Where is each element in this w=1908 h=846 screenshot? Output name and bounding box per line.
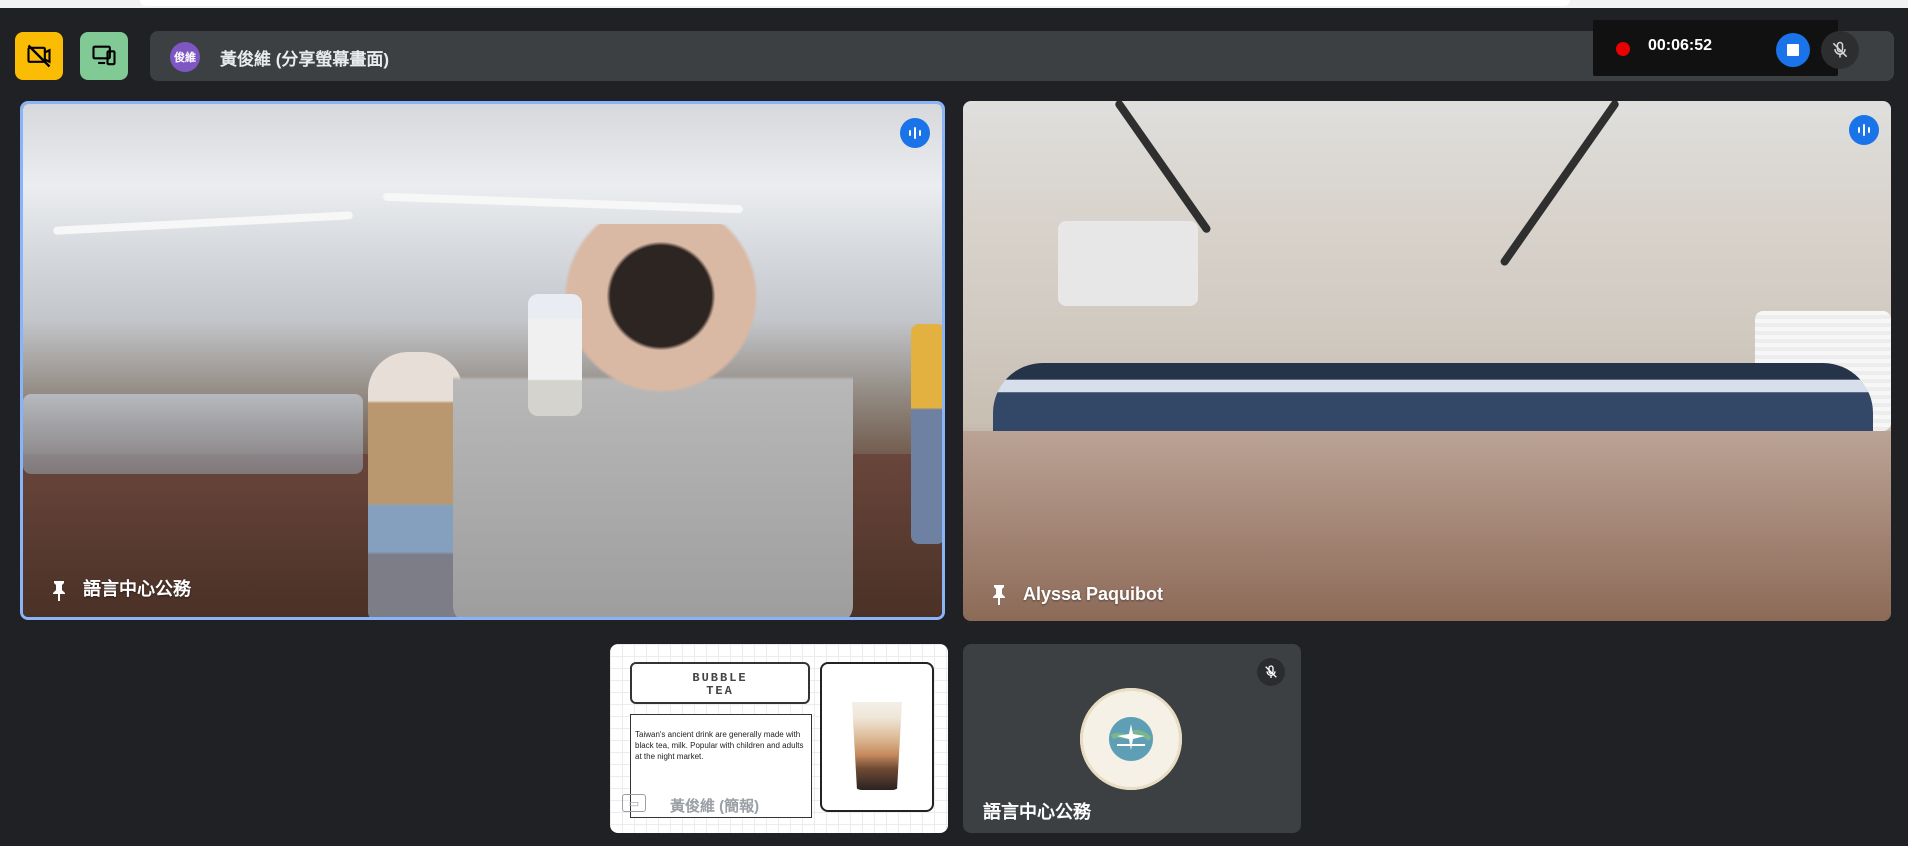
recording-panel: 00:06:52 [1593,20,1859,76]
participant-name-right: Alyssa Paquibot [1023,584,1164,604]
slide-image-box [820,662,934,812]
ceiling-light-strip [52,211,354,235]
speaking-indicator [900,118,930,148]
globe-icon [1109,717,1153,761]
audio-only-tile[interactable]: 語言中心公務 [963,644,1301,833]
talking-icon [1858,124,1870,136]
camera-off-icon [27,44,51,68]
camera-off-button[interactable] [15,32,63,80]
video-tile-language-center[interactable]: 語言中心公務 [20,101,945,620]
top-shadow-bar [140,0,1570,6]
presenter-avatar: 俊維 [170,42,200,72]
speaking-indicator [1849,115,1879,145]
presentation-owner: 黃俊維 (簡報) [670,798,760,815]
microphone-toggle-button[interactable] [1821,31,1859,69]
mic-off-icon [1265,665,1277,678]
stop-recording-button[interactable] [1776,33,1810,67]
stop-icon [1787,44,1799,56]
pin-icon [53,581,65,601]
ceiling-light-strip [382,192,744,214]
shared-presentation-tile[interactable]: BUBBLE TEA Taiwan's ancient drink are ge… [610,644,948,833]
video-feed [23,104,942,617]
person-right [911,324,942,544]
person-left [368,352,463,617]
talking-icon [909,127,921,139]
video-call-screen: 俊維 黃俊維 (分享螢幕畫面) 00:06:52 語言中心公務 Alyssa P… [0,0,1908,846]
muted-indicator [1257,658,1285,686]
presenter-label: 黃俊維 (分享螢幕畫面) [220,50,390,69]
participant-avatar [1080,688,1182,790]
recording-time: 00:06:52 [1648,37,1713,54]
participant-name-left: 語言中心公務 [83,579,191,599]
drink-bottle [528,294,582,416]
device-switch-button[interactable] [80,32,128,80]
pin-button[interactable] [985,581,1013,609]
pin-icon [993,585,1005,605]
person-center [453,224,853,617]
participant-name-audio: 語言中心公務 [983,802,1091,822]
bubble-tea-cup [852,702,902,790]
ceiling-rail [1113,101,1213,235]
video-feed [963,101,1891,621]
air-conditioner [1058,221,1198,306]
video-tile-alyssa[interactable]: Alyssa Paquibot [963,101,1891,621]
pin-button[interactable] [45,577,73,605]
present-screen-icon: ▭ [622,794,646,812]
record-indicator-icon [1616,42,1630,56]
mic-off-icon [1832,41,1848,58]
ceiling-rail [1499,101,1621,268]
devices-icon [92,45,116,66]
audience-block [23,394,363,474]
slide-title-box: BUBBLE TEA [630,662,810,704]
slide-title-line-2: TEA [706,684,734,698]
